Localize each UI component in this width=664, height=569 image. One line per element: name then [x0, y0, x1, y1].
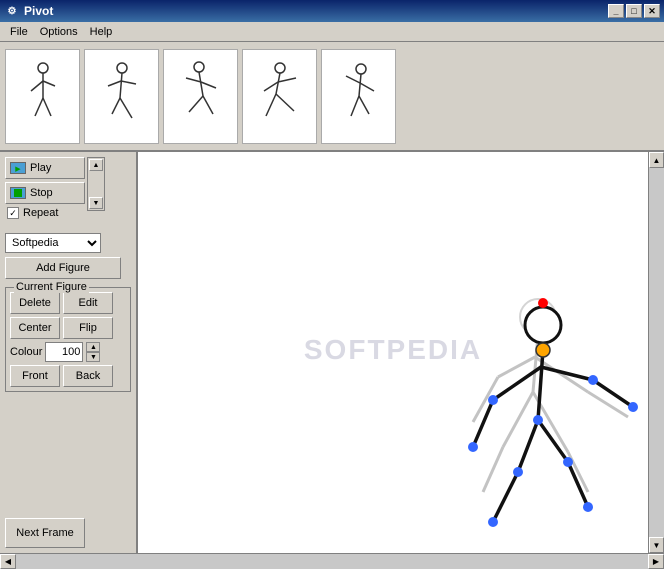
menu-help[interactable]: Help	[84, 24, 119, 40]
menu-bar: File Options Help	[0, 22, 664, 42]
repeat-label: Repeat	[23, 207, 58, 219]
playback-controls: Play Stop Repeat ▲ ▼	[5, 157, 131, 219]
back-button[interactable]: Back	[63, 365, 113, 387]
scroll-down[interactable]: ▼	[89, 197, 103, 209]
stop-icon	[10, 187, 26, 199]
center-flip-row: Center Flip	[10, 317, 126, 339]
current-figure-group: Current Figure Delete Edit Center Flip	[5, 287, 131, 392]
menu-options[interactable]: Options	[34, 24, 84, 40]
hscroll-track[interactable]	[16, 554, 648, 569]
scroll-down-button[interactable]: ▼	[649, 537, 664, 553]
menu-file[interactable]: File	[4, 24, 34, 40]
frame-2[interactable]	[84, 49, 159, 144]
scroll-up-button[interactable]: ▲	[649, 152, 664, 168]
right-scrollbar: ▲ ▼	[648, 152, 664, 553]
play-icon	[10, 162, 26, 174]
frame-4[interactable]	[242, 49, 317, 144]
delete-edit-row: Delete Edit	[10, 292, 126, 314]
scroll-up[interactable]: ▲	[89, 159, 103, 171]
frame-1[interactable]	[5, 49, 80, 144]
colour-input[interactable]	[45, 342, 83, 362]
delete-button[interactable]: Delete	[10, 292, 60, 314]
left-panel: Play Stop Repeat ▲ ▼	[0, 152, 138, 553]
colour-spinner: ▲ ▼	[86, 342, 100, 362]
edit-button[interactable]: Edit	[63, 292, 113, 314]
close-button[interactable]: ✕	[644, 4, 660, 18]
maximize-button[interactable]: □	[626, 4, 642, 18]
scroll-right-button[interactable]: ▶	[648, 554, 664, 569]
stick-figure-canvas	[138, 152, 648, 553]
next-frame-button[interactable]: Next Frame	[5, 518, 85, 548]
front-back-row: Front Back	[10, 365, 126, 387]
add-figure-button[interactable]: Add Figure	[5, 257, 121, 279]
scroll-track[interactable]	[649, 168, 664, 537]
title-bar: ⚙ Pivot _ □ ✕	[0, 0, 664, 22]
front-button[interactable]: Front	[10, 365, 60, 387]
figure-dropdown[interactable]: Softpedia	[5, 233, 101, 253]
colour-row: Colour ▲ ▼	[10, 342, 126, 362]
center-button[interactable]: Center	[10, 317, 60, 339]
app-icon: ⚙	[4, 3, 20, 19]
repeat-checkbox[interactable]	[7, 207, 19, 219]
colour-label: Colour	[10, 346, 42, 358]
play-stop-buttons: Play Stop Repeat	[5, 157, 85, 219]
colour-up[interactable]: ▲	[86, 342, 100, 352]
stop-button[interactable]: Stop	[5, 182, 85, 204]
play-button[interactable]: Play	[5, 157, 85, 179]
repeat-row: Repeat	[5, 207, 85, 219]
bottom-scrollbar: ◀ ▶	[0, 553, 664, 569]
frames-strip	[0, 42, 664, 152]
window-title: Pivot	[24, 4, 606, 18]
group-label: Current Figure	[14, 281, 89, 293]
frame-5[interactable]	[321, 49, 396, 144]
content-wrapper: Play Stop Repeat ▲ ▼	[0, 152, 664, 553]
flip-button[interactable]: Flip	[63, 317, 113, 339]
scroll-left-button[interactable]: ◀	[0, 554, 16, 569]
minimize-button[interactable]: _	[608, 4, 624, 18]
speed-scroll: ▲ ▼	[87, 157, 105, 211]
colour-down[interactable]: ▼	[86, 352, 100, 362]
frame-3[interactable]	[163, 49, 238, 144]
main-container: Play Stop Repeat ▲ ▼	[0, 42, 664, 569]
figure-select-row: Softpedia	[5, 233, 131, 253]
canvas-area[interactable]: SOFTPEDIA	[138, 152, 648, 553]
